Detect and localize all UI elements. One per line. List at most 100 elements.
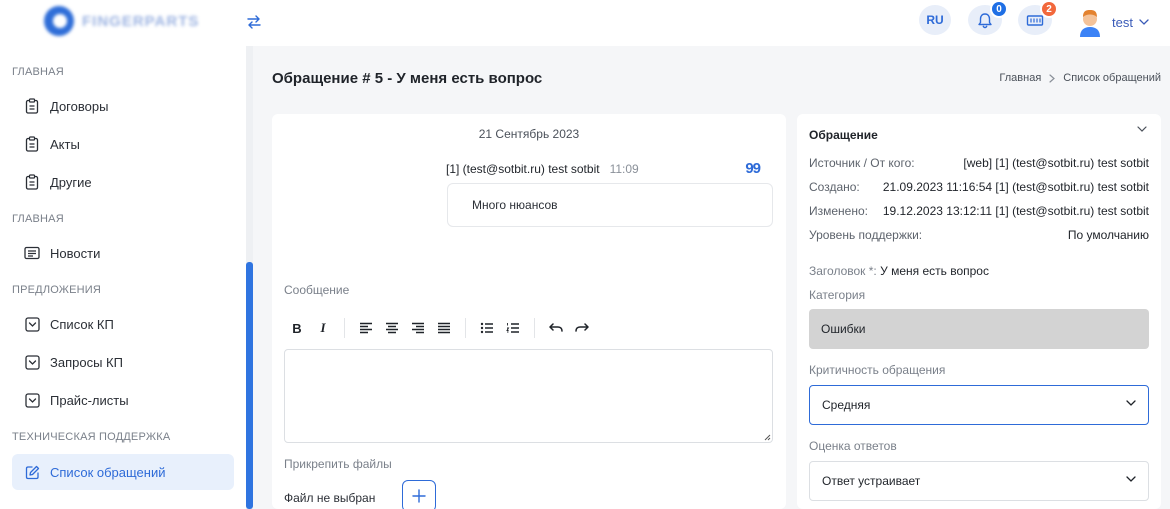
ticket-info-title: Обращение — [809, 128, 878, 142]
sidebar-toggle-button[interactable] — [240, 10, 268, 34]
criticality-value: Средняя — [822, 398, 871, 412]
undo-button[interactable] — [543, 315, 569, 341]
ticket-info-card: Обращение Источник / От кого: [web] [1] … — [797, 114, 1161, 509]
message-header: [1] (test@sotbit.ru) test sotbit 11:09 9… — [446, 160, 774, 178]
info-value: 21.09.2023 11:16:54 [1] (test@sotbit.ru)… — [882, 180, 1149, 194]
sidebar-item-label: Прайс-листы — [50, 392, 129, 408]
inbox-icon — [24, 392, 40, 408]
sidebar-item-label: Запросы КП — [50, 354, 123, 370]
message-bubble: Много нюансов — [447, 183, 773, 227]
chat-date: 21 Сентябрь 2023 — [478, 127, 580, 141]
bullet-list-icon — [480, 322, 493, 334]
italic-icon: I — [320, 320, 326, 335]
info-value: По умолчанию — [1067, 228, 1149, 242]
add-file-button[interactable] — [402, 480, 436, 509]
message-author: [1] (test@sotbit.ru) test sotbit — [446, 162, 600, 176]
sidebar-item-label: Новости — [50, 245, 101, 261]
page-title: Обращение # 5 - У меня есть вопрос — [272, 70, 543, 87]
newspaper-icon — [24, 245, 40, 261]
info-row-support-level: Уровень поддержки: По умолчанию — [809, 228, 1149, 242]
info-row-source: Источник / От кого: [web] [1] (test@sotb… — [809, 156, 1149, 170]
bullet-list-button[interactable] — [474, 315, 500, 341]
sidebar-scrollbar-thumb[interactable] — [246, 262, 253, 509]
avatar — [1076, 7, 1104, 37]
bold-icon: B — [292, 320, 302, 336]
chat-card: 21 Сентябрь 2023 [1] (test@sotbit.ru) te… — [272, 114, 786, 509]
sidebar-item-contracts[interactable]: Договоры — [12, 88, 234, 124]
italic-button[interactable]: I — [310, 315, 336, 341]
notifications-badge: 0 — [990, 0, 1008, 18]
inbox-icon — [24, 354, 40, 370]
criticality-label: Критичность обращения — [809, 363, 946, 377]
toolbar-divider — [534, 318, 535, 338]
sidebar-item-news[interactable]: Новости — [12, 235, 234, 271]
basket-icon — [1026, 15, 1044, 26]
sidebar-item-kp-requests[interactable]: Запросы КП — [12, 344, 234, 380]
align-right-button[interactable] — [405, 315, 431, 341]
message-editor[interactable] — [284, 349, 773, 443]
message-text: Много нюансов — [472, 198, 558, 212]
user-avatar-icon — [1080, 10, 1100, 37]
clipboard-icon — [24, 98, 40, 114]
redo-button[interactable] — [569, 315, 595, 341]
align-left-icon — [360, 322, 372, 334]
attach-files-label: Прикрепить файлы — [284, 457, 392, 471]
rating-select[interactable]: Ответ устраивает — [809, 461, 1149, 501]
quote-icon[interactable]: 99 — [745, 160, 761, 177]
align-justify-button[interactable] — [431, 315, 457, 341]
breadcrumb-link-home[interactable]: Главная — [999, 72, 1041, 84]
subject-line: Заголовок *: У меня есть вопрос — [809, 264, 989, 278]
info-label: Создано: — [809, 180, 860, 194]
inbox-icon — [24, 316, 40, 332]
company-logo[interactable]: FINGERPARTS — [44, 6, 212, 36]
info-label: Источник / От кого: — [809, 156, 915, 170]
info-row-created: Создано: 21.09.2023 11:16:54 [1] (test@s… — [809, 180, 1149, 194]
sidebar-item-acts[interactable]: Акты — [12, 126, 234, 162]
basket-button[interactable]: 2 — [1018, 0, 1058, 35]
align-center-button[interactable] — [379, 315, 405, 341]
clipboard-icon — [24, 174, 40, 190]
chevron-right-icon — [1049, 73, 1056, 83]
toolbar-divider — [465, 318, 466, 338]
criticality-select[interactable]: Средняя — [809, 385, 1149, 425]
align-left-button[interactable] — [353, 315, 379, 341]
align-center-icon — [386, 322, 398, 334]
editor-toolbar: B I — [284, 314, 595, 342]
sidebar-item-price-lists[interactable]: Прайс-листы — [12, 382, 234, 418]
sidebar-section-title: ГЛАВНАЯ — [12, 66, 64, 78]
message-label: Сообщение — [284, 283, 350, 297]
breadcrumb-current: Список обращений — [1063, 72, 1161, 84]
sidebar-item-kp-list[interactable]: Список КП — [12, 306, 234, 342]
resize-handle-icon[interactable] — [763, 433, 771, 441]
sidebar-item-label: Договоры — [50, 98, 109, 114]
category-value: Ошибки — [821, 322, 866, 336]
chevron-down-icon[interactable] — [1137, 126, 1147, 132]
sidebar-item-tickets[interactable]: Список обращений — [12, 454, 234, 490]
file-status: Файл не выбран — [284, 491, 376, 505]
align-right-icon — [412, 322, 424, 334]
chevron-down-icon — [1139, 19, 1149, 25]
toolbar-divider — [344, 318, 345, 338]
logo-text: FINGERPARTS — [82, 12, 200, 30]
sidebar-section-title: ГЛАВНАЯ — [12, 213, 64, 225]
info-label: Изменено: — [809, 204, 868, 218]
sidebar-item-label: Акты — [50, 136, 80, 152]
chevron-down-icon — [1126, 400, 1136, 406]
message-time: 11:09 — [609, 162, 639, 176]
basket-badge: 2 — [1040, 0, 1058, 18]
bold-button[interactable]: B — [284, 315, 310, 341]
redo-icon — [575, 323, 589, 332]
sidebar-item-label: Список обращений — [50, 464, 166, 480]
sidebar-item-other[interactable]: Другие — [12, 164, 234, 200]
rating-label: Оценка ответов — [809, 439, 897, 453]
sidebar-section-title: ПРЕДЛОЖЕНИЯ — [12, 284, 102, 296]
category-label: Категория — [809, 288, 866, 302]
user-name: test — [1112, 14, 1133, 30]
plus-icon — [412, 489, 426, 503]
chevron-down-icon — [1126, 476, 1136, 482]
user-menu[interactable]: test — [1076, 6, 1149, 38]
numbered-list-button[interactable] — [500, 315, 526, 341]
info-row-modified: Изменено: 19.12.2023 13:12:11 [1] (test@… — [809, 204, 1149, 218]
language-button[interactable]: RU — [919, 5, 951, 35]
notifications-button[interactable]: 0 — [968, 0, 1008, 35]
